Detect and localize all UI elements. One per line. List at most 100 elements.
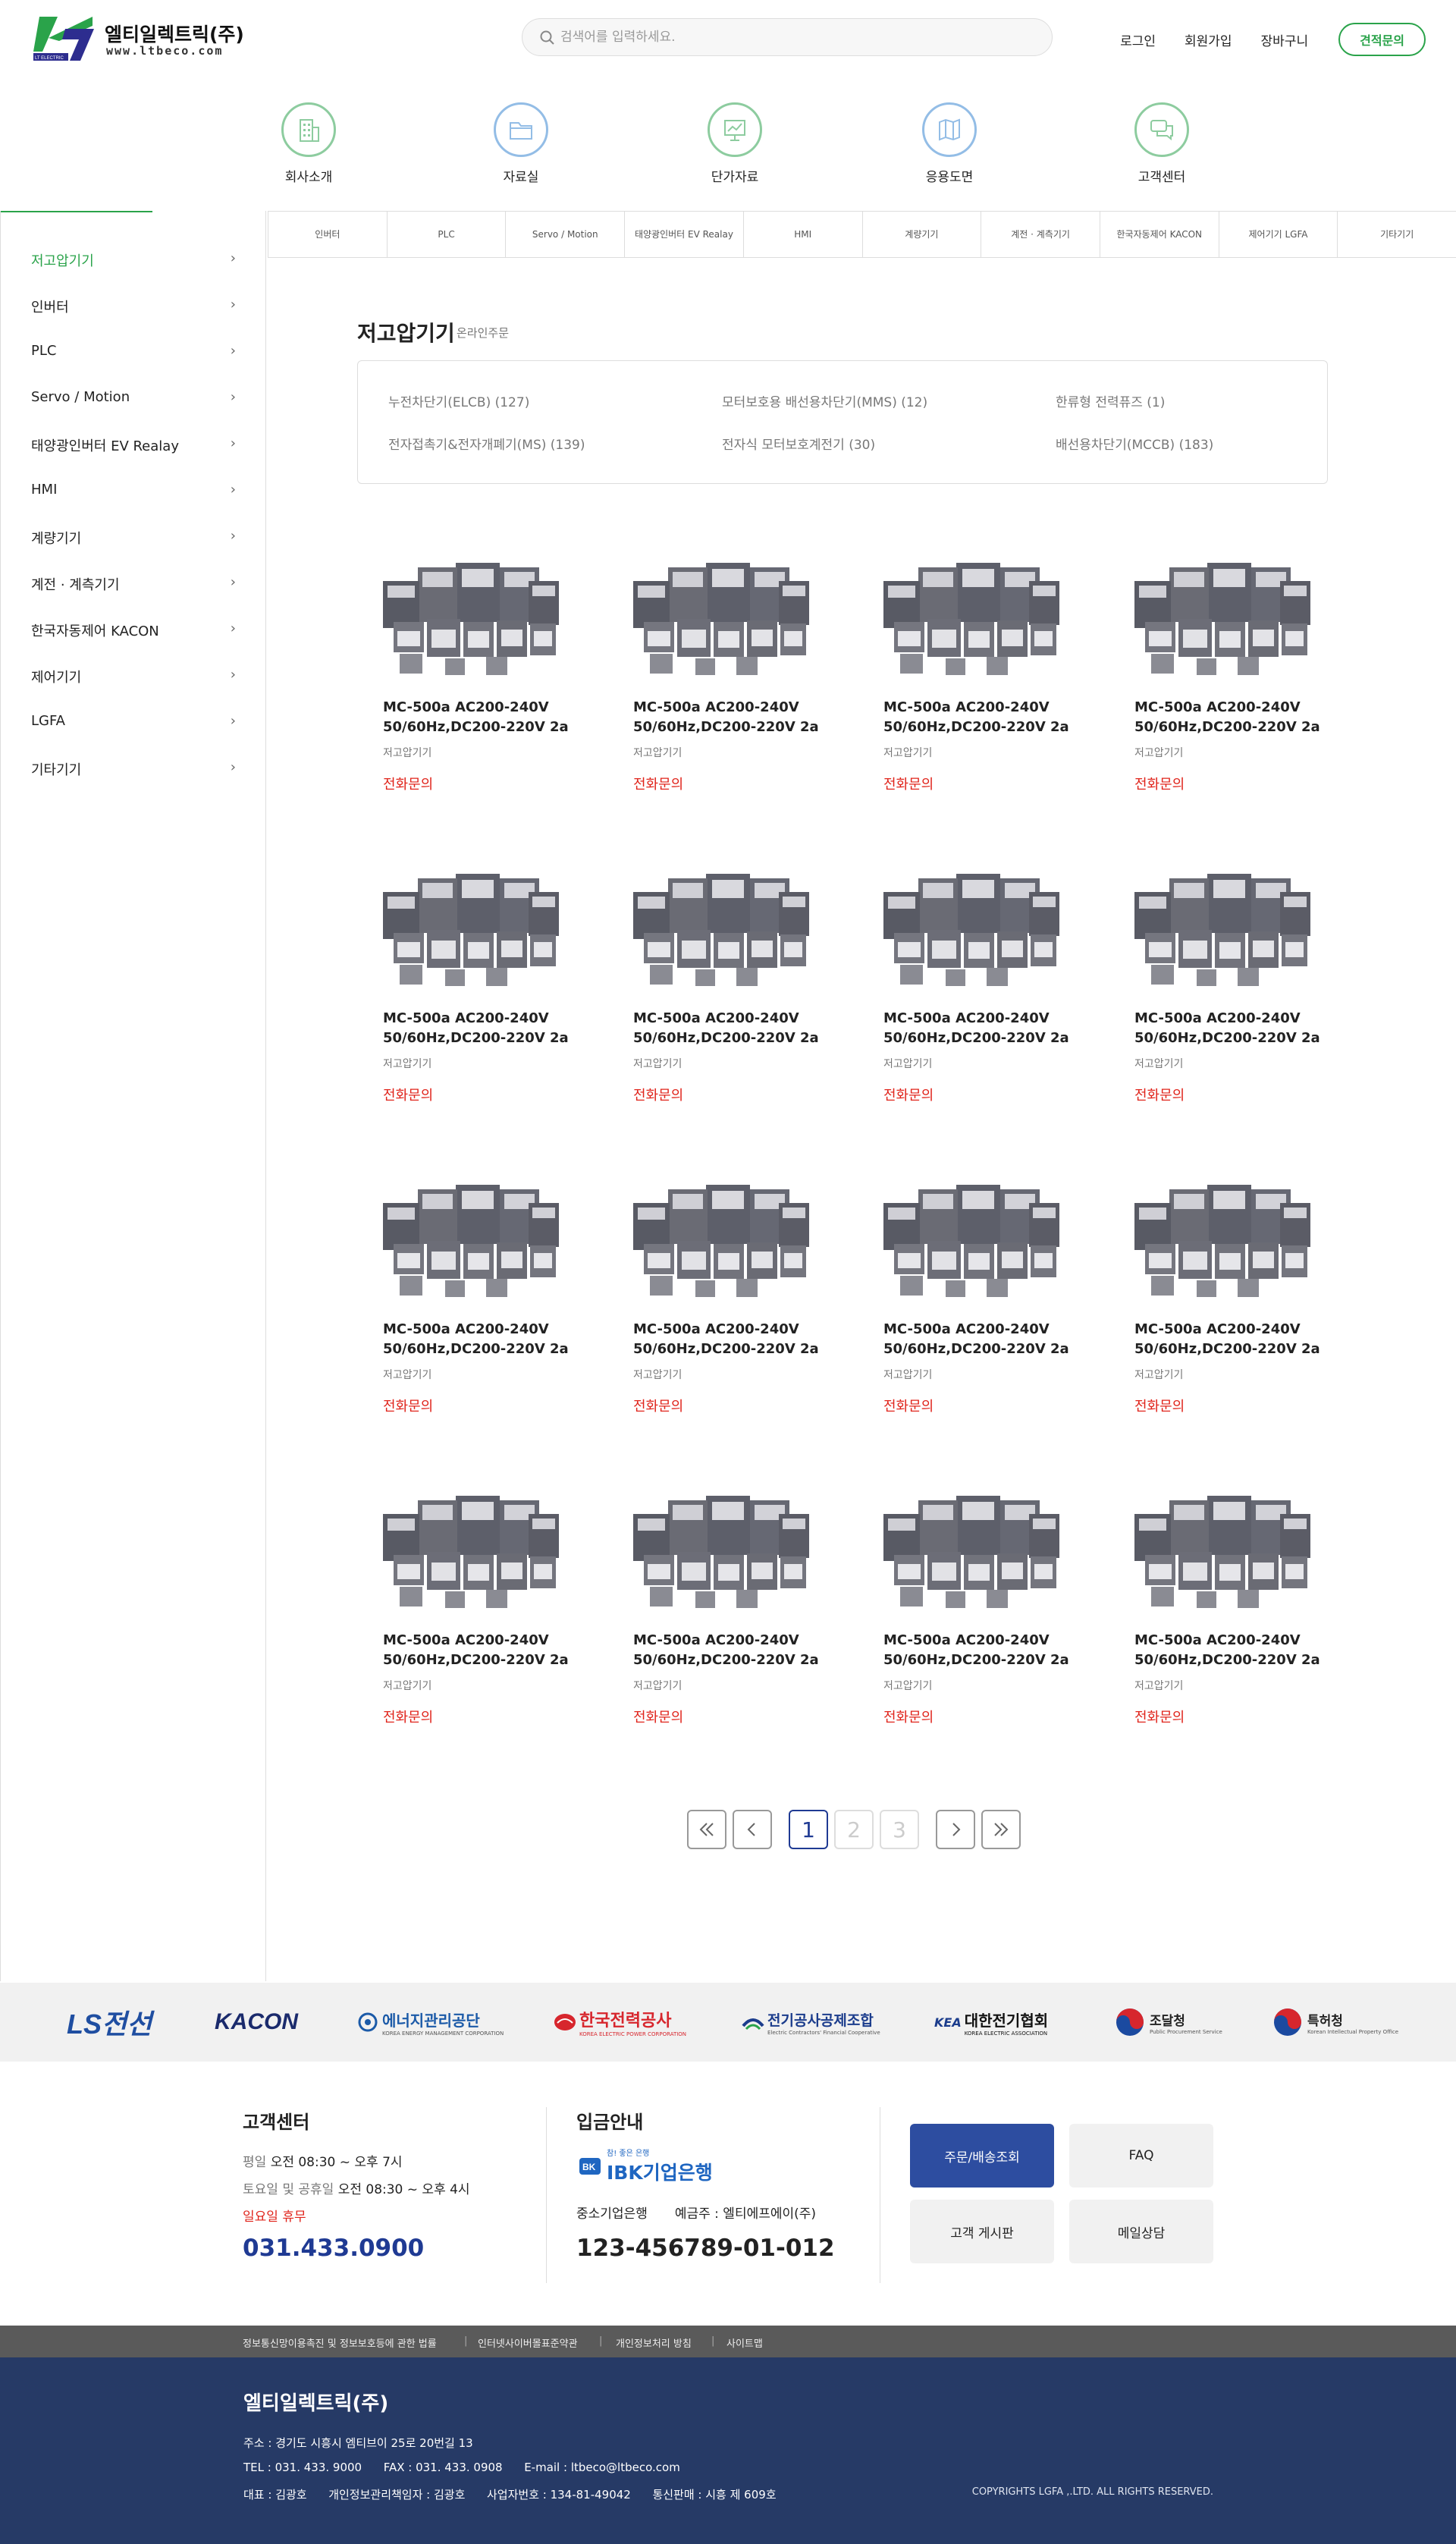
customer-board-button[interactable]: 고객 게시판 [910,2200,1054,2263]
product-image[interactable] [372,857,562,1001]
nav-price[interactable]: 단가자료 [682,102,788,185]
sidebar-item[interactable]: 계전 · 계측기기 › [31,574,236,594]
category-tab[interactable]: 한국자동제어 KACON [1099,212,1219,257]
page-1-button[interactable]: 1 [789,1810,828,1849]
product-name[interactable]: MC-500a AC200-240V 50/60Hz,DC200-220V 2a [633,1631,830,1670]
product-image[interactable] [873,1168,1062,1312]
product-card[interactable]: MC-500a AC200-240V 50/60Hz,DC200-220V 2a… [873,857,1085,1107]
product-image[interactable] [873,546,1062,690]
product-card[interactable]: MC-500a AC200-240V 50/60Hz,DC200-220V 2a… [623,546,835,796]
product-card[interactable]: MC-500a AC200-240V 50/60Hz,DC200-220V 2a… [372,1168,585,1418]
category-tab[interactable]: 태양광인버터 EV Realay [624,212,743,257]
filter-link[interactable]: 누전차단기(ELCB) (127) [388,391,529,410]
product-image[interactable] [372,546,562,690]
product-image[interactable] [623,857,812,1001]
nav-drawings[interactable]: 응용도면 [896,102,1003,185]
product-name[interactable]: MC-500a AC200-240V 50/60Hz,DC200-220V 2a [383,1320,580,1359]
product-card[interactable]: MC-500a AC200-240V 50/60Hz,DC200-220V 2a… [873,1168,1085,1418]
sidebar-item[interactable]: HMI › [31,482,236,498]
login-link[interactable]: 로그인 [1120,30,1156,49]
policy-link[interactable]: 인터넷사이버몰표준약관 [478,2335,578,2350]
product-name[interactable]: MC-500a AC200-240V 50/60Hz,DC200-220V 2a [1134,1009,1332,1048]
category-tab[interactable]: 제어기기 LGFA [1218,212,1338,257]
product-card[interactable]: MC-500a AC200-240V 50/60Hz,DC200-220V 2a… [623,1479,835,1729]
sidebar-item[interactable]: Servo / Motion › [31,389,236,405]
product-image[interactable] [1124,1168,1313,1312]
product-name[interactable]: MC-500a AC200-240V 50/60Hz,DC200-220V 2a [883,1320,1081,1359]
category-tab[interactable]: PLC [386,212,506,257]
page-3-button[interactable]: 3 [880,1810,919,1849]
product-card[interactable]: MC-500a AC200-240V 50/60Hz,DC200-220V 2a… [372,1479,585,1729]
product-image[interactable] [1124,546,1313,690]
sidebar-item[interactable]: 기타기기 › [31,759,236,779]
product-name[interactable]: MC-500a AC200-240V 50/60Hz,DC200-220V 2a [383,1631,580,1670]
filter-link[interactable]: 전자접촉기&전자개폐기(MS) (139) [388,434,585,453]
partner-energy[interactable]: 에너지관리공단 KOREA ENERGY MANAGEMENT CORPORATI… [358,2005,504,2039]
category-tab[interactable]: 계량기기 [861,212,981,257]
product-image[interactable] [873,1479,1062,1623]
category-tab[interactable]: Servo / Motion [505,212,624,257]
product-image[interactable] [873,857,1062,1001]
sidebar-item[interactable]: LGFA › [31,713,236,729]
partner-kipo[interactable]: 특허청 Korean Intellectual Property Office [1272,2005,1398,2039]
filter-link[interactable]: 모터보호용 배선용차단기(MMS) (12) [722,391,927,410]
cart-link[interactable]: 장바구니 [1261,30,1309,49]
partner-ls[interactable]: LS전선 [67,2005,152,2040]
product-card[interactable]: MC-500a AC200-240V 50/60Hz,DC200-220V 2a… [1124,546,1336,796]
product-image[interactable] [623,1479,812,1623]
product-name[interactable]: MC-500a AC200-240V 50/60Hz,DC200-220V 2a [383,1009,580,1048]
product-name[interactable]: MC-500a AC200-240V 50/60Hz,DC200-220V 2a [1134,698,1332,737]
product-image[interactable] [623,546,812,690]
product-image[interactable] [623,1168,812,1312]
partner-kacon[interactable]: KACON [215,2005,298,2039]
product-card[interactable]: MC-500a AC200-240V 50/60Hz,DC200-220V 2a… [873,1479,1085,1729]
product-card[interactable]: MC-500a AC200-240V 50/60Hz,DC200-220V 2a… [623,1168,835,1418]
category-tab[interactable]: HMI [742,212,862,257]
partner-pps[interactable]: 조달청 Public Procurement Service [1115,2005,1222,2039]
product-card[interactable]: MC-500a AC200-240V 50/60Hz,DC200-220V 2a… [873,546,1085,796]
sidebar-item[interactable]: 인버터 › [31,297,236,316]
sidebar-item[interactable]: PLC › [31,343,236,359]
quote-button[interactable]: 견적문의 [1338,23,1426,56]
next-page-button[interactable] [936,1810,975,1849]
partner-kepco[interactable]: 한국전력공사 KOREA ELECTRIC POWER CORPORATION [554,2005,686,2039]
product-name[interactable]: MC-500a AC200-240V 50/60Hz,DC200-220V 2a [1134,1320,1332,1359]
first-page-button[interactable] [687,1810,726,1849]
filter-link[interactable]: 전자식 모터보호계전기 (30) [722,434,875,453]
partner-kea[interactable]: KEA 대한전기협회 KOREA ELECTRIC ASSOCIATION [934,2005,1048,2039]
filter-link[interactable]: 배선용차단기(MCCB) (183) [1056,434,1213,453]
product-image[interactable] [372,1168,562,1312]
product-image[interactable] [1124,1479,1313,1623]
product-name[interactable]: MC-500a AC200-240V 50/60Hz,DC200-220V 2a [883,1631,1081,1670]
filter-link[interactable]: 한류형 전력퓨즈 (1) [1056,391,1165,410]
product-name[interactable]: MC-500a AC200-240V 50/60Hz,DC200-220V 2a [633,698,830,737]
product-card[interactable]: MC-500a AC200-240V 50/60Hz,DC200-220V 2a… [1124,857,1336,1107]
policy-link[interactable]: 정보통신망이용촉진 및 정보보호등에 관한 법률 [243,2335,437,2350]
search-input[interactable] [560,27,1015,48]
product-name[interactable]: MC-500a AC200-240V 50/60Hz,DC200-220V 2a [883,1009,1081,1048]
product-name[interactable]: MC-500a AC200-240V 50/60Hz,DC200-220V 2a [633,1009,830,1048]
nav-archive[interactable]: 자료실 [468,102,574,185]
category-tab[interactable]: 계전 · 계측기기 [981,212,1100,257]
nav-company[interactable]: 회사소개 [256,102,362,185]
search-bar[interactable] [522,18,1053,56]
prev-page-button[interactable] [733,1810,772,1849]
category-tab[interactable]: 기타기기 [1337,212,1456,257]
order-tracking-button[interactable]: 주문/배송조회 [910,2124,1054,2188]
product-image[interactable] [372,1479,562,1623]
product-card[interactable]: MC-500a AC200-240V 50/60Hz,DC200-220V 2a… [1124,1479,1336,1729]
logo[interactable]: LT ELECTRIC 엘티일렉트릭(주) www.ltbeco.com [32,12,244,65]
product-name[interactable]: MC-500a AC200-240V 50/60Hz,DC200-220V 2a [883,698,1081,737]
signup-link[interactable]: 회원가입 [1185,30,1232,49]
product-card[interactable]: MC-500a AC200-240V 50/60Hz,DC200-220V 2a… [372,546,585,796]
category-tab[interactable]: 인버터 [268,212,387,257]
product-name[interactable]: MC-500a AC200-240V 50/60Hz,DC200-220V 2a [633,1320,830,1359]
page-2-button[interactable]: 2 [834,1810,874,1849]
faq-button[interactable]: FAQ [1069,2124,1213,2188]
mail-inquiry-button[interactable]: 메일상담 [1069,2200,1213,2263]
product-name[interactable]: MC-500a AC200-240V 50/60Hz,DC200-220V 2a [383,698,580,737]
partner-eccc[interactable]: 전기공사공제조합 Electric Contractors' Financial … [742,2005,880,2039]
sidebar-item[interactable]: 한국자동제어 KACON › [31,620,236,640]
sidebar-item[interactable]: 저고압기기 › [31,250,236,270]
policy-link[interactable]: 개인정보처리 방침 [616,2335,692,2350]
